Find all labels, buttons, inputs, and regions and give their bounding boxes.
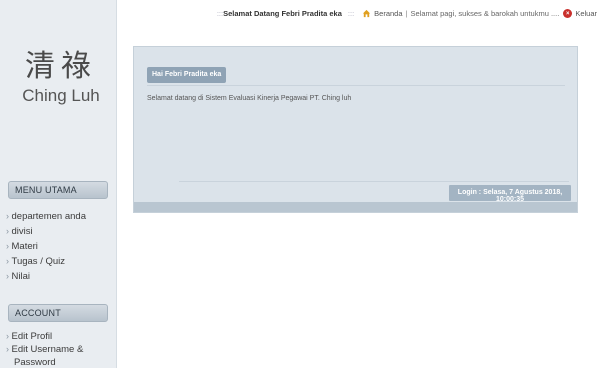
panel-bottom-bar [134, 202, 577, 212]
logo-name: Ching Luh [22, 86, 100, 105]
sidebar-item-edit-username[interactable]: Edit Username & [6, 343, 84, 356]
logout-link[interactable]: Keluar [575, 9, 597, 18]
logout-icon[interactable]: × [563, 9, 573, 18]
main-panel: Hai Febri Pradita eka Selamat datang di … [133, 46, 578, 213]
account-heading: ACCOUNT [8, 304, 108, 322]
separator: | [405, 9, 408, 18]
panel-divider [147, 85, 565, 86]
sidebar-item-edit-profil[interactable]: Edit Profil [6, 330, 83, 343]
greeting-text: Selamat pagi, sukses & barokah untukmu .… [410, 9, 560, 18]
sidebar: 清祿 Ching Luh MENU UTAMA departemen anda … [0, 0, 117, 368]
system-welcome-text: Selamat datang di Sistem Evaluasi Kinerj… [147, 95, 352, 102]
welcome-suffix: ::: [347, 9, 355, 18]
logo-chinese-text: 清祿 [25, 49, 97, 84]
sidebar-item-divisi[interactable]: divisi [6, 224, 86, 239]
user-greeting-tag: Hai Febri Pradita eka [147, 67, 227, 83]
menu-utama-heading: MENU UTAMA [8, 181, 108, 199]
logo: 清祿 Ching Luh [18, 50, 104, 106]
sidebar-item-nilai[interactable]: Nilai [6, 269, 86, 284]
sidebar-item-departemen[interactable]: departemen anda [6, 209, 86, 224]
top-bar-content: ::: Selamat Datang Febri Pradita eka :::… [217, 9, 597, 18]
top-bar: ::: Selamat Datang Febri Pradita eka :::… [118, 0, 597, 30]
home-link[interactable]: Beranda [374, 9, 402, 18]
welcome-message: Selamat Datang Febri Pradita eka [223, 9, 342, 18]
main-menu-list: departemen anda divisi Materi Tugas / Qu… [6, 209, 86, 284]
sidebar-item-tugas-quiz[interactable]: Tugas / Quiz [6, 254, 86, 269]
sidebar-item-password[interactable]: Password [6, 356, 83, 368]
account-menu-list: Edit Profil Edit Username & Password [6, 330, 84, 368]
footer-divider [179, 181, 569, 182]
login-info-badge: Login : Selasa, 7 Agustus 2018, 10:00:35 [449, 185, 571, 203]
home-icon[interactable] [362, 9, 371, 18]
sidebar-item-materi[interactable]: Materi [6, 239, 86, 254]
